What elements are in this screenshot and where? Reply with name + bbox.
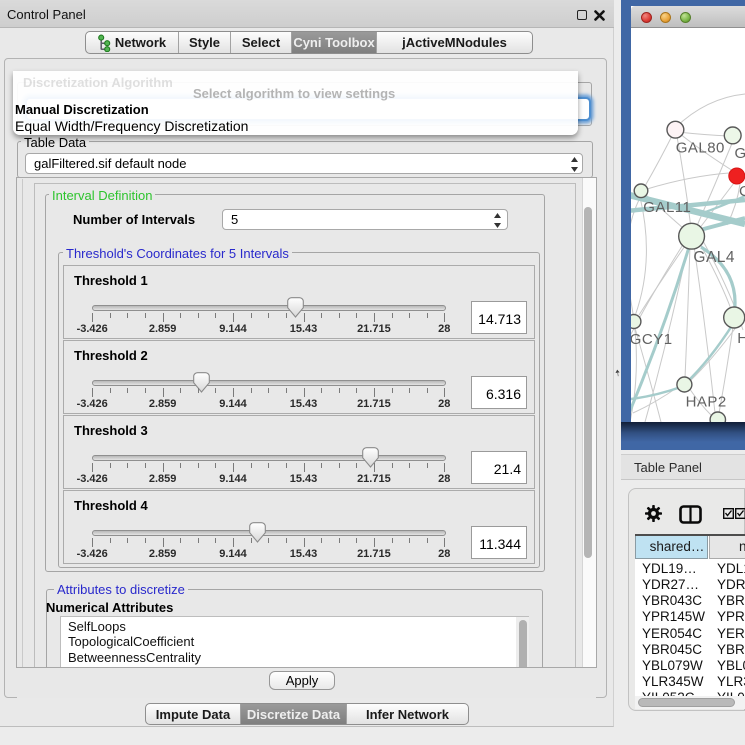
svg-text:GAL11: GAL11 [643,199,691,216]
svg-text:GAL4: GAL4 [693,249,735,266]
svg-text:HAP2: HAP2 [686,394,727,411]
svg-text:GCY1: GCY1 [631,331,673,348]
svg-text:H: H [737,330,745,347]
svg-text:GA: GA [735,145,745,162]
svg-text:GAL80: GAL80 [676,140,725,157]
svg-text:C: C [739,183,745,200]
